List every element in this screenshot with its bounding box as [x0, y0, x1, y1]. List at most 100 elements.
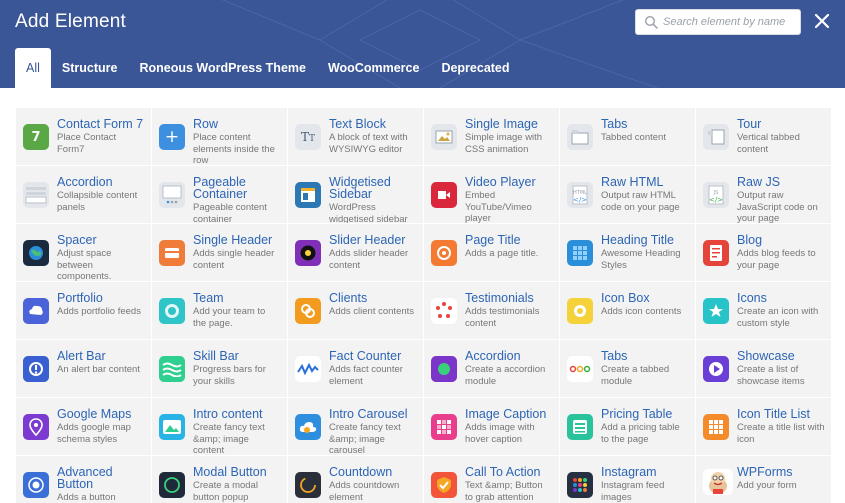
element-card-team[interactable]: Team Add your team to the page.: [152, 282, 287, 339]
element-name: Countdown: [329, 465, 393, 479]
text-block-icon: TT: [295, 124, 321, 150]
element-description: Adds slider header content: [329, 248, 409, 271]
element-card-accordion[interactable]: Accordion Create a accordion module: [424, 340, 559, 397]
element-card-single-header[interactable]: Single Header Adds single header content: [152, 224, 287, 281]
element-name: Clients: [329, 291, 368, 305]
element-text: Row Place content elements inside the row: [193, 118, 281, 165]
element-description: A block of text with WYSIWYG editor: [329, 132, 408, 155]
element-card-modal-button[interactable]: Modal Button Create a modal button popup: [152, 456, 287, 503]
element-card-countdown[interactable]: Countdown Adds countdown element: [288, 456, 423, 503]
showcase-icon: [703, 356, 729, 382]
tab-roneous-wordpress-theme[interactable]: Roneous WordPress Theme: [128, 48, 316, 88]
element-description: Create a modal button popup: [193, 480, 258, 503]
tab-woocommerce[interactable]: WooCommerce: [317, 48, 430, 88]
element-name: Page Title: [465, 233, 521, 247]
element-description: Create a tabbed module: [601, 364, 670, 387]
modal-header: Add Element All Structure Roneous WordPr…: [0, 0, 845, 88]
element-card-raw-html[interactable]: HTML </> Raw HTML Output raw HTML code on y…: [560, 166, 695, 223]
element-card-instagram[interactable]: Instagram Instagram feed images: [560, 456, 695, 503]
image-caption-icon: [431, 414, 457, 440]
element-card-blog[interactable]: Blog Adds blog feeds to your page: [696, 224, 831, 281]
element-card-page-title[interactable]: Page Title Adds a page title.: [424, 224, 559, 281]
element-name: Advanced Button: [57, 465, 113, 491]
element-description: Collapsible content panels: [57, 190, 138, 213]
element-card-google-maps[interactable]: Google Maps Adds google map schema styles: [16, 398, 151, 455]
element-text: Alert Bar An alert bar content: [57, 350, 145, 376]
fact-counter-icon: [295, 356, 321, 382]
element-text: Team Add your team to the page.: [193, 292, 281, 329]
single-header-icon: [159, 240, 185, 266]
element-name: Image Caption: [465, 407, 547, 421]
element-description: Adds image with hover caption: [465, 422, 535, 445]
heading-title-icon: [567, 240, 593, 266]
element-card-raw-js[interactable]: JS </> Raw JS Output raw JavaScript code on…: [696, 166, 831, 223]
element-card-heading-title[interactable]: Heading Title Awesome Heading Styles: [560, 224, 695, 281]
element-name: Showcase: [737, 349, 795, 363]
element-card-wpforms[interactable]: WPForms Add your form: [696, 456, 831, 503]
element-card-tour[interactable]: Tour Vertical tabbed content: [696, 108, 831, 165]
tab-all[interactable]: All: [15, 48, 51, 88]
element-card-skill-bar[interactable]: Skill Bar Progress bars for your skills: [152, 340, 287, 397]
search-icon: [644, 15, 658, 29]
element-text: Blog Adds blog feeds to your page: [737, 234, 825, 271]
element-card-video-player[interactable]: Video Player Embed YouTube/Vimeo player: [424, 166, 559, 223]
team-icon: [159, 298, 185, 324]
element-description: Adds google map schema styles: [57, 422, 131, 445]
search-input[interactable]: [663, 16, 798, 28]
element-card-icon-title-list[interactable]: Icon Title List Create a title list with …: [696, 398, 831, 455]
element-card-pricing-table[interactable]: Pricing Table Add a pricing table to the …: [560, 398, 695, 455]
element-card-spacer[interactable]: Spacer Adjust space between components.: [16, 224, 151, 281]
element-grid: 7 Contact Form 7 Place Contact Form7 + Row Pl…: [16, 108, 831, 503]
element-card-intro-content[interactable]: Intro content Create fancy text &amp; ima…: [152, 398, 287, 455]
tab-structure[interactable]: Structure: [51, 48, 129, 88]
element-text: Heading Title Awesome Heading Styles: [601, 234, 689, 271]
element-text: Raw JS Output raw JavaScript code on your…: [737, 176, 825, 223]
modal-button-icon: [159, 472, 185, 498]
page-title-icon: [431, 240, 457, 266]
element-text: Google Maps Adds google map schema styles: [57, 408, 145, 445]
element-card-contact-form-7[interactable]: 7 Contact Form 7 Place Contact Form7: [16, 108, 151, 165]
video-player-icon: [431, 182, 457, 208]
element-name: Text Block: [329, 117, 386, 131]
element-card-alert-bar[interactable]: Alert Bar An alert bar content: [16, 340, 151, 397]
element-card-widgetised-sidebar[interactable]: Widgetised Sidebar WordPress widgetised s…: [288, 166, 423, 223]
element-card-pageable-container[interactable]: Pageable Container Pageable content conta…: [152, 166, 287, 223]
element-card-slider-header[interactable]: Slider Header Adds slider header content: [288, 224, 423, 281]
element-card-portfolio[interactable]: Portfolio Adds portfolio feeds: [16, 282, 151, 339]
element-card-tabs[interactable]: Tabs Create a tabbed module: [560, 340, 695, 397]
raw-html-icon: HTML </>: [567, 182, 593, 208]
tab-deprecated[interactable]: Deprecated: [430, 48, 520, 88]
element-card-single-image[interactable]: Single Image Simple image with CSS animat…: [424, 108, 559, 165]
instagram-icon: [567, 472, 593, 498]
element-description: Create a list of showcase items: [737, 364, 805, 387]
element-card-tabs[interactable]: Tabs Tabbed content: [560, 108, 695, 165]
tabs-icon: [567, 124, 593, 150]
element-name: Skill Bar: [193, 349, 239, 363]
element-name: Pageable Container: [193, 175, 248, 201]
element-name: Modal Button: [193, 465, 267, 479]
element-card-accordion[interactable]: Accordion Collapsible content panels: [16, 166, 151, 223]
svg-text:</>: </>: [709, 196, 723, 204]
element-card-advanced-button[interactable]: Advanced Button Adds a button: [16, 456, 151, 503]
close-icon[interactable]: [811, 10, 833, 32]
element-name: Raw HTML: [601, 175, 664, 189]
element-card-icons[interactable]: Icons Create an icon with custom style: [696, 282, 831, 339]
tabbed-module-icon: [567, 356, 593, 382]
search-box[interactable]: [635, 9, 801, 35]
element-description: Output raw JavaScript code on your page: [737, 190, 818, 223]
element-card-fact-counter[interactable]: Fact Counter Adds fact counter element: [288, 340, 423, 397]
element-text: Spacer Adjust space between components.: [57, 234, 145, 281]
icon-box-icon: [567, 298, 593, 324]
element-card-text-block[interactable]: TT Text Block A block of text with WYSIWYG…: [288, 108, 423, 165]
element-card-icon-box[interactable]: Icon Box Adds icon contents: [560, 282, 695, 339]
element-card-image-caption[interactable]: Image Caption Adds image with hover capti…: [424, 398, 559, 455]
element-name: Single Image: [465, 117, 538, 131]
element-card-intro-carousel[interactable]: Intro Carousel Create fancy text &amp; im…: [288, 398, 423, 455]
element-description: Add your team to the page.: [193, 306, 266, 329]
element-card-showcase[interactable]: Showcase Create a list of showcase items: [696, 340, 831, 397]
element-card-testimonials[interactable]: Testimonials Adds testimonials content: [424, 282, 559, 339]
element-card-call-to-action[interactable]: Call To Action Text &amp; Button to grab …: [424, 456, 559, 503]
countdown-icon: [295, 472, 321, 498]
element-card-row[interactable]: + Row Place content elements inside the ro…: [152, 108, 287, 165]
element-card-clients[interactable]: Clients Adds client contents: [288, 282, 423, 339]
